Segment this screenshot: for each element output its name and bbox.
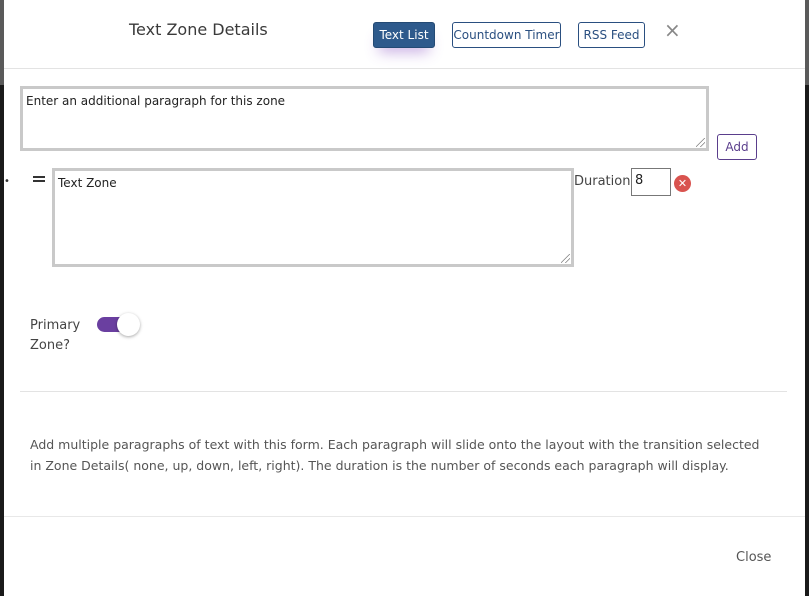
primary-zone-toggle[interactable] — [97, 313, 141, 337]
modal-title: Text Zone Details — [129, 20, 268, 39]
footer-divider — [4, 516, 805, 517]
text-zone-modal: Text Zone Details Text List Countdown Ti… — [4, 0, 805, 596]
tab-text-list[interactable]: Text List — [373, 22, 435, 48]
paragraph-text: Text Zone — [58, 176, 117, 190]
tab-rss-feed[interactable]: RSS Feed — [578, 22, 645, 48]
list-bullet: • — [4, 176, 10, 187]
primary-zone-label-line2: Zone? — [30, 338, 70, 353]
tab-countdown-timer[interactable]: Countdown Timer — [452, 22, 561, 48]
resize-grip-icon[interactable] — [561, 254, 570, 263]
primary-zone-label: Primary Zone? — [30, 316, 80, 356]
toggle-knob — [117, 313, 140, 336]
add-paragraph-button[interactable]: Add — [717, 134, 757, 160]
divider — [20, 391, 787, 392]
close-icon[interactable]: × — [664, 18, 681, 42]
modal-header: Text Zone Details Text List Countdown Ti… — [4, 0, 805, 69]
primary-zone-label-line1: Primary — [30, 318, 81, 333]
remove-paragraph-icon[interactable]: ✕ — [674, 175, 691, 192]
backdrop-right-edge — [805, 85, 809, 596]
duration-input[interactable]: 8 — [631, 168, 671, 196]
drag-handle-icon[interactable] — [33, 176, 45, 182]
new-paragraph-placeholder: Enter an additional paragraph for this z… — [26, 94, 286, 108]
new-paragraph-input[interactable]: Enter an additional paragraph for this z… — [20, 86, 709, 151]
resize-grip-icon[interactable] — [696, 138, 705, 147]
paragraph-text-input[interactable]: Text Zone — [52, 168, 574, 267]
close-button[interactable]: Close — [736, 550, 771, 565]
duration-label: Duration — [574, 174, 631, 189]
help-text: Add multiple paragraphs of text with thi… — [30, 437, 760, 473]
